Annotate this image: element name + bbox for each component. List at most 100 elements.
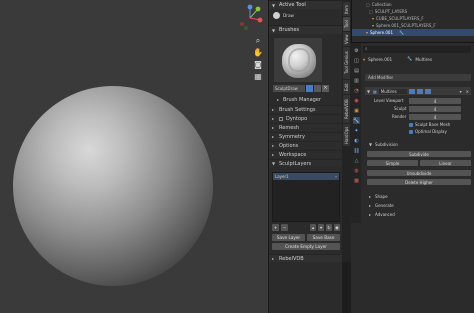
sculpt-base-mesh-checkbox[interactable]: Sculpt Base Mesh [409,122,450,127]
tab-rebelvdb[interactable]: RebelVDB [343,95,350,123]
tab-edit[interactable]: Edit [343,80,350,94]
dropdown-icon[interactable]: ▿ [335,173,337,180]
generate-section[interactable]: ▸ Generate [369,203,394,208]
shape-section[interactable]: ▸ Shape [369,194,388,199]
texture-tab-icon[interactable]: ▩ [353,177,360,184]
render-tab-icon[interactable]: ◫ [353,57,360,64]
outliner-row[interactable]: ▢ SCULPT_LAYERS [352,8,474,15]
brush-manager-label: Brush Manager [283,96,321,103]
move-up-icon[interactable]: ▴ [310,224,316,231]
camera-icon[interactable]: ◙ [252,60,264,70]
duplicate-brush-icon[interactable] [314,85,321,92]
modifier-tab-label: Multires [415,56,433,62]
render-level-field[interactable]: 4 [409,114,461,120]
unsubdivide-button[interactable]: Unsubdivide [367,170,471,176]
active-tool-row[interactable]: Draw [273,11,339,20]
brush-name-field[interactable]: SculptDraw [273,85,305,92]
subdivision-header[interactable]: ▼ Subdivision [369,142,398,147]
fake-user-icon[interactable] [306,85,313,92]
expand-triangle-icon: ▸ [272,107,275,112]
data-tab-icon[interactable]: △ [353,157,360,164]
3d-viewport[interactable]: ⌕ ✋ ◙ ▦ [0,0,268,313]
edit-mode-toggle[interactable] [408,88,415,94]
modifier-header[interactable]: ▼ ▦ Multires ▾ × [365,87,471,95]
outliner-row[interactable]: ▢ Collection [352,1,474,8]
outliner-row[interactable]: ▾ Sphere.001_SCULPTLAYERS_F [352,22,474,29]
add-layer-icon[interactable]: + [272,224,279,231]
modifier-tab-icon[interactable]: 🔧 [353,117,360,124]
sculpt-sphere[interactable] [13,86,213,286]
layer-list[interactable]: Layer1 ▿ [272,172,340,222]
section-label: Workspace [279,151,307,158]
viewport-toggle[interactable] [416,88,423,94]
expand-triangle-icon: ▸ [272,256,275,261]
save-layer-button[interactable]: Save Layer [272,234,305,241]
grid-icon[interactable]: ▦ [252,72,264,82]
checkbox-icon [409,129,413,134]
expand-triangle-icon: ▼ [367,88,371,94]
tab-hardops[interactable]: HardOps [343,124,350,146]
close-icon[interactable]: × [466,89,471,94]
dropdown-icon[interactable]: ▾ [460,89,464,94]
dyntopo-checkbox[interactable] [279,116,283,121]
wrench-icon: 🔧 [407,56,413,61]
section-options[interactable]: ▸ Options [269,141,343,149]
outliner-label: Sphere.001 [370,30,394,35]
section-label: Symmetry [279,133,305,140]
modifier-name-field[interactable]: Multires [378,88,407,94]
tab-view[interactable]: View [343,32,350,46]
particles-tab-icon[interactable]: ✦ [353,127,360,134]
zoom-icon[interactable]: ⌕ [252,36,264,46]
tab-item[interactable]: Item [343,2,350,16]
view-layer-tab-icon[interactable]: ▥ [353,77,360,84]
section-rebelvdb[interactable]: ▸ RebelVDB [269,254,343,262]
physics-tab-icon[interactable]: ◐ [353,137,360,144]
linear-button[interactable]: Linear [420,160,471,166]
save-base-button[interactable]: Save Base [307,234,340,241]
remove-layer-icon[interactable]: − [281,224,288,231]
sidebar-tabs: Item Tool View Tool Genius Edit RebelVDB… [342,0,351,262]
advanced-section[interactable]: ▸ Advanced [369,212,395,217]
level-viewport-field[interactable]: 4 [409,98,461,104]
section-sculptlayers[interactable]: ▼ SculptLayers [269,159,343,167]
hand-pan-icon[interactable]: ✋ [252,48,264,58]
section-dyntopo[interactable]: ▸ Dyntopo [269,114,343,122]
close-icon[interactable]: × [322,85,329,92]
outliner-row-selected[interactable]: ▾ Sphere.001 🔧 [352,29,474,36]
object-icon: ▾ [372,16,375,21]
object-context-row: ▾ Sphere.001 🔧 Multires [363,55,471,63]
section-brush-settings[interactable]: ▸ Brush Settings [269,105,343,113]
move-down-icon[interactable]: ▾ [318,224,324,231]
constraints-tab-icon[interactable]: ⛓ [353,147,360,154]
world-tab-icon[interactable]: ◉ [353,97,360,104]
sculpt-level-field[interactable]: 4 [409,106,461,112]
active-tool-header[interactable]: ▼ Active Tool [269,0,343,9]
brush-preview-thumbnail[interactable] [273,37,323,83]
object-tab-icon[interactable]: ▣ [353,107,360,114]
section-workspace[interactable]: ▸ Workspace [269,150,343,158]
subdivide-button[interactable]: Subdivide [367,151,471,157]
add-modifier-button[interactable]: Add Modifier [365,74,471,81]
navigation-gizmo[interactable] [236,4,264,32]
section-symmetry[interactable]: ▸ Symmetry [269,132,343,140]
render-toggle[interactable] [424,88,431,94]
simple-button[interactable]: Simple [367,160,418,166]
refresh-icon[interactable]: ↻ [326,224,332,231]
outliner-row[interactable]: ▾ CUBE_SCULPTLAYERS_F [352,15,474,22]
expand-triangle-icon: ▼ [369,142,373,147]
scene-tab-icon[interactable]: ◔ [353,87,360,94]
list-item[interactable]: Layer1 ▿ [273,173,339,180]
optimal-display-checkbox[interactable]: Optimal Display [409,129,447,134]
tab-tool[interactable]: Tool [343,17,350,31]
create-empty-layer-button[interactable]: Create Empty Layer [272,243,340,250]
tab-tool-genius[interactable]: Tool Genius [343,47,350,79]
delete-higher-button[interactable]: Delete Higher [367,179,471,185]
material-tab-icon[interactable]: ◍ [353,167,360,174]
properties-search-input[interactable]: ⌕ [363,46,471,53]
tool-tab-icon[interactable]: ⚙ [353,47,360,54]
settings-icon[interactable]: ◉ [334,224,340,231]
section-remesh[interactable]: ▸ Remesh [269,123,343,131]
brush-manager-row[interactable]: ▸ Brush Manager [277,96,337,103]
output-tab-icon[interactable]: ▤ [353,67,360,74]
brushes-header[interactable]: ▼ Brushes [269,25,343,34]
